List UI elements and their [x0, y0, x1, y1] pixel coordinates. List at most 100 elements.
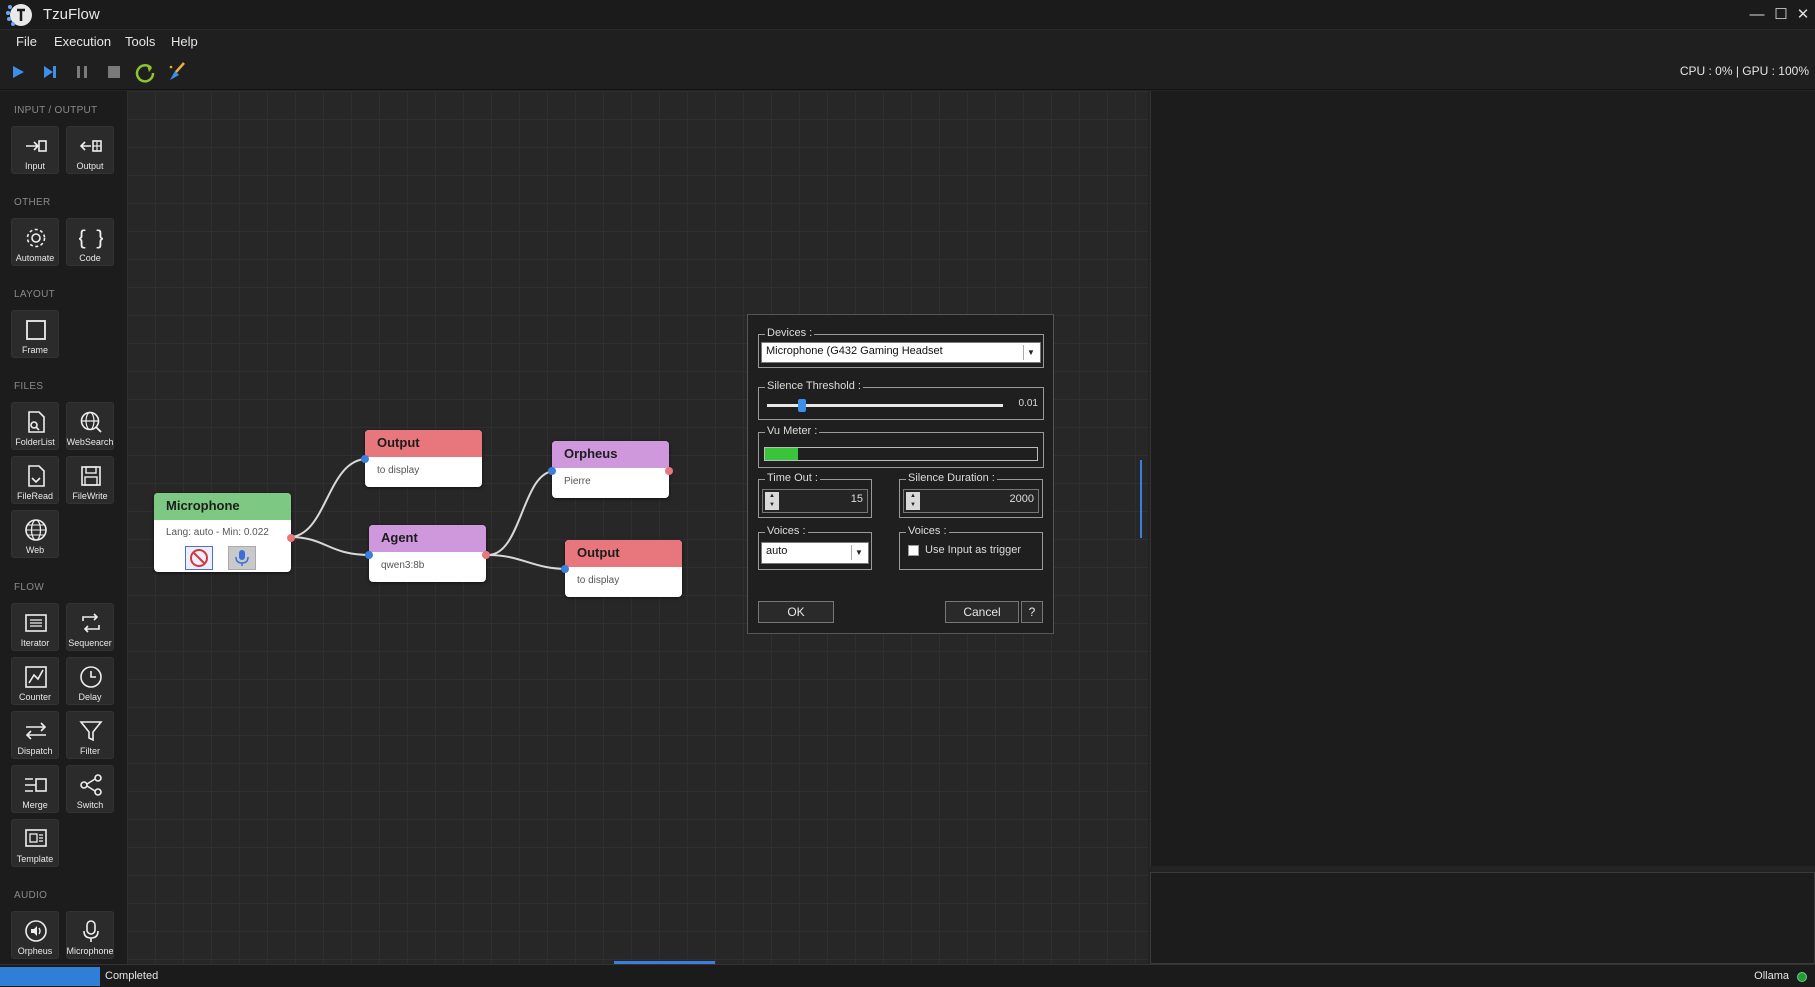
braces-icon: { }	[79, 226, 103, 250]
tool-iterator[interactable]: Iterator	[11, 603, 59, 651]
tool-web[interactable]: Web	[11, 510, 59, 558]
node-microphone-header: Microphone	[154, 493, 291, 520]
app-logo-icon	[6, 4, 32, 26]
node-output-1-input-port[interactable]	[361, 455, 369, 463]
spin-arrows-icon[interactable]: ▲ ▼	[906, 492, 920, 510]
app-window: TzuFlow — ☐ ✕ File Execution Tools Help …	[0, 0, 1815, 987]
node-agent[interactable]: Agent qwen3:8b	[365, 525, 490, 582]
output-icon	[79, 140, 102, 152]
use-input-trigger-checkbox[interactable]	[908, 545, 919, 556]
help-button[interactable]: ?	[1021, 601, 1043, 623]
mic-toggle-button[interactable]	[228, 546, 256, 570]
save-icon	[81, 466, 101, 486]
tool-fileread[interactable]: FileRead	[11, 456, 59, 504]
menu-file[interactable]: File	[16, 34, 37, 49]
use-input-trigger-label: Use Input as trigger	[925, 544, 1021, 556]
tool-websearch[interactable]: WebSearch	[66, 402, 114, 450]
splitter-handle[interactable]	[1140, 460, 1142, 538]
status-text: Completed	[105, 970, 159, 982]
microphone-icon	[235, 550, 249, 566]
minimize-button[interactable]: —	[1747, 5, 1767, 25]
silence-threshold-value: 0.01	[1018, 398, 1038, 409]
tool-microphone[interactable]: Microphone	[66, 911, 114, 959]
node-output-2-input-port[interactable]	[561, 565, 569, 573]
tool-filewrite[interactable]: FileWrite	[66, 456, 114, 504]
timeout-spinbox[interactable]: ▲ ▼ 15	[762, 489, 868, 513]
node-microphone-info: Lang: auto - Min: 0.022	[166, 527, 269, 538]
microphone-icon	[83, 920, 99, 942]
node-orpheus[interactable]: Orpheus Pierre	[548, 441, 673, 498]
tool-automate[interactable]: Automate	[11, 218, 59, 266]
node-agent-input-port[interactable]	[365, 551, 373, 559]
node-output-1[interactable]: Output to display	[361, 430, 482, 487]
close-button[interactable]: ✕	[1793, 5, 1813, 25]
silence-duration-group: Silence Duration : ▲ ▼ 2000	[899, 472, 1043, 518]
app-title: TzuFlow	[43, 6, 100, 23]
tool-frame[interactable]: Frame	[11, 310, 59, 358]
voices-select[interactable]: auto ▼	[761, 542, 869, 564]
reload-icon[interactable]	[134, 61, 156, 83]
tool-code[interactable]: { } Code	[66, 218, 114, 266]
tool-switch[interactable]: Switch	[66, 765, 114, 813]
section-layout: LAYOUT	[14, 289, 56, 300]
counter-icon	[25, 666, 47, 688]
node-microphone-output-port[interactable]	[287, 534, 295, 542]
node-output-2-header: Output	[565, 540, 682, 567]
node-orpheus-info: Pierre	[564, 476, 591, 487]
tool-folderlist[interactable]: FolderList	[11, 402, 59, 450]
folder-list-icon	[28, 411, 45, 433]
step-icon[interactable]	[39, 61, 61, 83]
node-microphone[interactable]: Microphone Lang: auto - Min: 0.022	[154, 493, 295, 572]
maximize-button[interactable]: ☐	[1771, 5, 1791, 25]
speaker-icon	[25, 920, 47, 942]
node-agent-header: Agent	[369, 525, 486, 552]
pause-icon[interactable]	[71, 61, 93, 83]
node-orpheus-input-port[interactable]	[548, 467, 556, 475]
ok-button[interactable]: OK	[758, 601, 834, 623]
silence-slider-thumb[interactable]	[798, 399, 807, 412]
globe-icon	[25, 519, 47, 541]
silence-duration-spinbox[interactable]: ▲ ▼ 2000	[903, 489, 1039, 513]
play-icon[interactable]	[7, 61, 29, 83]
cancel-button[interactable]: Cancel	[945, 601, 1019, 623]
tool-merge[interactable]: Merge	[11, 765, 59, 813]
menu-tools[interactable]: Tools	[125, 34, 155, 49]
voices-group: Voices : auto ▼	[758, 525, 872, 570]
tool-counter[interactable]: Counter	[11, 657, 59, 705]
menu-execution[interactable]: Execution	[54, 34, 111, 49]
mute-button[interactable]	[185, 546, 213, 570]
node-output-1-header: Output	[365, 430, 482, 457]
swap-icon	[25, 722, 47, 740]
section-flow: FLOW	[14, 582, 45, 593]
tool-filter[interactable]: Filter	[66, 711, 114, 759]
tool-sequencer[interactable]: Sequencer	[66, 603, 114, 651]
chevron-down-icon: ▼	[851, 545, 866, 560]
section-audio: AUDIO	[14, 890, 48, 901]
preview-pane	[1150, 91, 1815, 866]
spin-arrows-icon[interactable]: ▲ ▼	[765, 492, 779, 510]
chevron-down-icon: ▼	[1023, 345, 1038, 360]
tool-orpheus[interactable]: Orpheus	[11, 911, 59, 959]
node-output-2[interactable]: Output to display	[561, 540, 682, 597]
tool-template[interactable]: Template	[11, 819, 59, 867]
node-orpheus-output-port[interactable]	[665, 467, 673, 475]
tool-input[interactable]: Input	[11, 126, 59, 174]
microphone-settings-dialog: Devices : Microphone (G432 Gaming Headse…	[747, 314, 1054, 634]
tool-dispatch[interactable]: Dispatch	[11, 711, 59, 759]
node-agent-info: qwen3:8b	[381, 560, 425, 571]
node-palette: INPUT / OUTPUT Input Output OTHER Automa…	[0, 91, 127, 964]
broom-icon[interactable]	[166, 61, 188, 83]
clock-icon	[80, 666, 102, 688]
menu-help[interactable]: Help	[171, 34, 198, 49]
tool-output[interactable]: Output	[66, 126, 114, 174]
node-agent-output-port[interactable]	[482, 551, 490, 559]
silence-threshold-group: Silence Threshold : 0.01	[758, 380, 1044, 420]
device-select[interactable]: Microphone (G432 Gaming Headset ▼	[761, 342, 1041, 363]
stop-icon[interactable]	[103, 61, 125, 83]
title-bar: TzuFlow — ☐ ✕	[0, 0, 1815, 30]
node-orpheus-header: Orpheus	[552, 441, 669, 468]
merge-icon	[25, 778, 47, 792]
vu-meter-bar	[764, 447, 1038, 461]
input-icon	[26, 140, 47, 152]
tool-delay[interactable]: Delay	[66, 657, 114, 705]
